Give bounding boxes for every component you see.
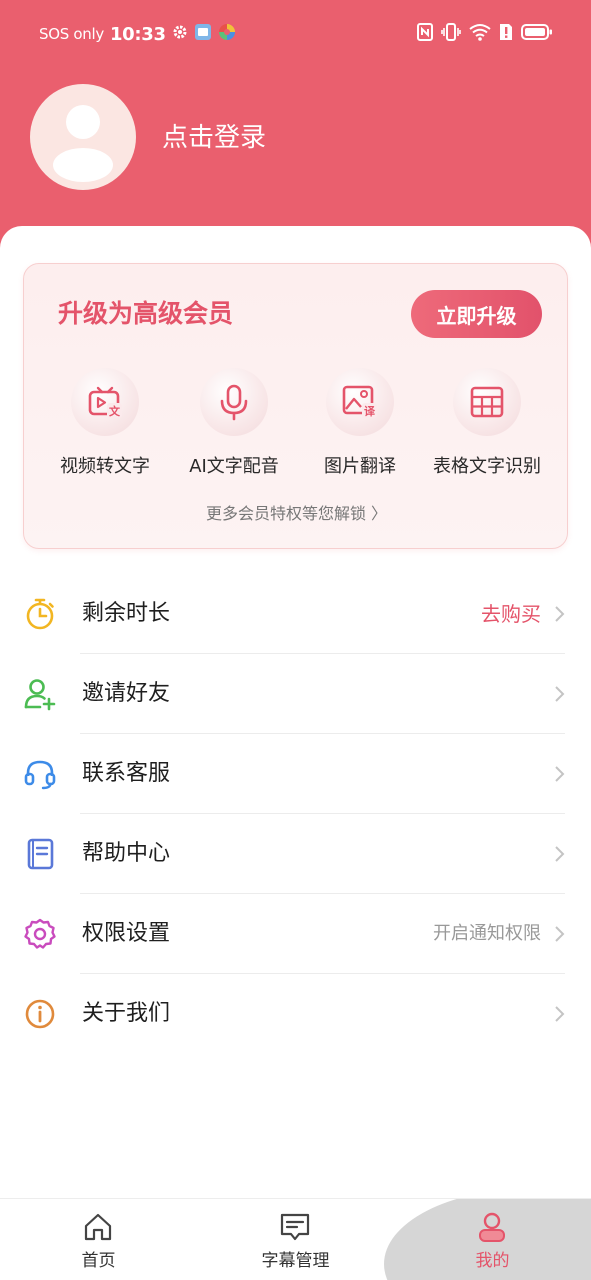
tab-subtitle-management[interactable]: 字幕管理: [197, 1199, 394, 1280]
subtitle-icon: [280, 1213, 310, 1241]
tab-label: 字幕管理: [261, 1251, 330, 1271]
menu-label: 联系客服: [82, 761, 171, 786]
gear-status-icon: [172, 24, 188, 44]
menu-label: 剩余时长: [82, 601, 171, 626]
clock: 10:33: [109, 23, 166, 45]
login-link[interactable]: 点击登录: [162, 118, 266, 158]
feature-image-translate[interactable]: 译 图片翻译: [290, 368, 430, 478]
stopwatch-icon: [22, 596, 58, 632]
menu-label: 邀请好友: [82, 681, 171, 706]
headset-icon: [22, 756, 58, 792]
menu-permission-settings[interactable]: 权限设置 开启通知权限: [0, 894, 591, 974]
chevron-right-icon: [555, 926, 565, 942]
feature-ai-dubbing[interactable]: AI文字配音: [164, 368, 304, 478]
menu-about-us[interactable]: 关于我们: [0, 974, 591, 1054]
tab-mine[interactable]: 我的: [394, 1199, 591, 1280]
feature-label: 视频转文字: [60, 456, 150, 477]
feature-label: AI文字配音: [189, 456, 279, 477]
chevron-right-icon: [555, 686, 565, 702]
menu-contact-support[interactable]: 联系客服: [0, 734, 591, 814]
menu-label: 权限设置: [82, 921, 171, 946]
battery-icon: [521, 23, 553, 45]
upgrade-now-button[interactable]: 立即升级: [411, 290, 542, 338]
vip-title: 升级为高级会员: [58, 299, 234, 328]
user-placeholder-icon: [53, 105, 113, 182]
wifi-icon: [469, 23, 491, 45]
menu-label: 关于我们: [82, 1001, 171, 1026]
info-icon: [22, 996, 58, 1032]
tab-label: 我的: [475, 1251, 510, 1271]
chevron-right-icon: [555, 1006, 565, 1022]
tab-home[interactable]: 首页: [0, 1199, 197, 1280]
profile-icon: [479, 1212, 505, 1242]
feature-label: 表格文字识别: [433, 456, 541, 477]
home-icon: [84, 1213, 112, 1241]
enable-notification-link[interactable]: 开启通知权限: [433, 918, 541, 950]
book-icon: [22, 836, 58, 872]
tab-label: 首页: [81, 1251, 116, 1271]
image-translate-icon: 译: [326, 368, 394, 436]
chevron-right-icon: [555, 846, 565, 862]
video-to-text-icon: 文: [71, 368, 139, 436]
carrier-text: SOS only: [39, 25, 104, 43]
vibrate-icon: [441, 23, 461, 45]
app-notification-icon: [194, 23, 212, 45]
menu-label: 帮助中心: [82, 841, 171, 866]
more-perks-link[interactable]: 更多会员特权等您解锁 〉: [24, 500, 569, 528]
svg-text:文: 文: [109, 404, 121, 418]
status-bar: SOS only 10:33: [0, 0, 591, 66]
feature-label: 图片翻译: [324, 456, 396, 477]
chevron-right-icon: [555, 766, 565, 782]
menu-help-center[interactable]: 帮助中心: [0, 814, 591, 894]
chevron-right-icon: [555, 606, 565, 622]
nfc-icon: [417, 23, 433, 45]
microphone-icon: [200, 368, 268, 436]
gear-icon: [22, 916, 58, 952]
buy-link[interactable]: 去购买: [481, 598, 541, 630]
bottom-tab-bar: 首页 字幕管理 我的: [0, 1198, 591, 1280]
menu-invite-friends[interactable]: 邀请好友: [0, 654, 591, 734]
table-icon: [453, 368, 521, 436]
add-user-icon: [22, 676, 58, 712]
menu-remaining-time[interactable]: 剩余时长 去购买: [0, 574, 591, 654]
alert-sim-icon: [499, 23, 513, 45]
app-color-icon: [218, 23, 236, 45]
avatar[interactable]: [30, 84, 136, 190]
feature-table-ocr[interactable]: 表格文字识别: [417, 368, 557, 478]
svg-text:译: 译: [364, 405, 376, 418]
vip-upgrade-card: 升级为高级会员 立即升级 文 视频转文字 AI文字配音 译 图片翻译 表格文字识…: [23, 263, 568, 549]
feature-video-to-text[interactable]: 文 视频转文字: [35, 368, 175, 478]
